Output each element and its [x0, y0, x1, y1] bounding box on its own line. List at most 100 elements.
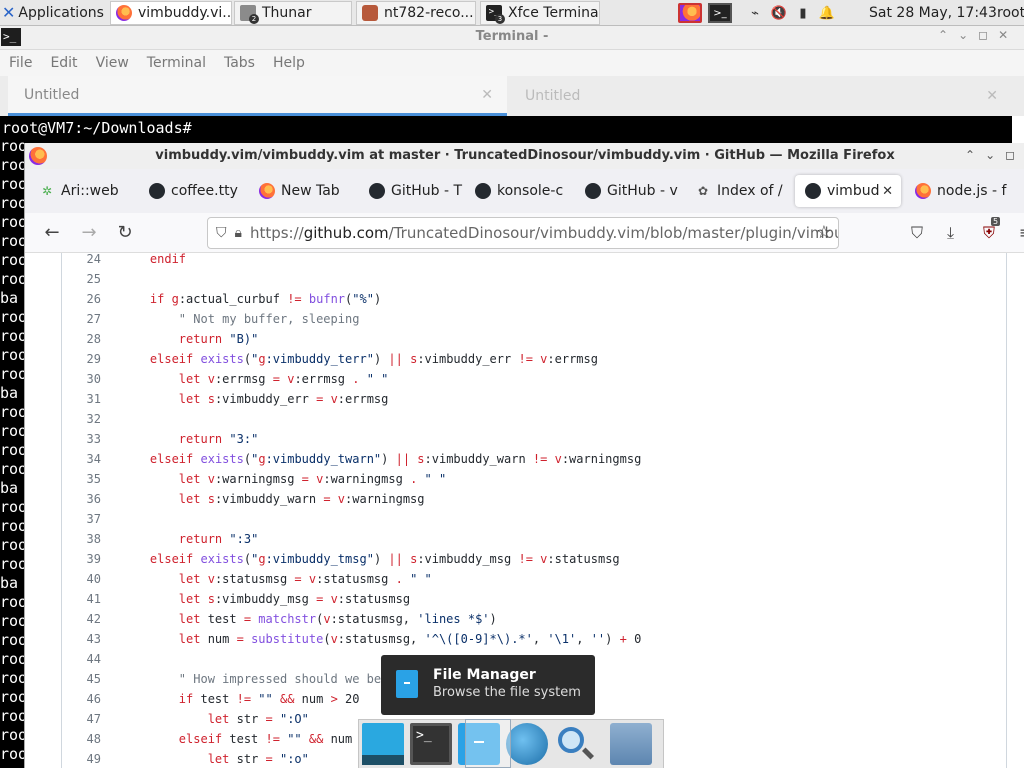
menu-help[interactable]: Help [273, 55, 305, 71]
browser-tab[interactable]: ✿ Index of / [685, 175, 789, 207]
maximize-icon[interactable]: ◻ [978, 28, 988, 42]
line-number[interactable]: 44 [61, 649, 101, 669]
browser-tab[interactable]: konsole-c [465, 175, 569, 207]
maximize-icon[interactable]: ◻ [1005, 148, 1015, 162]
pocket-icon[interactable]: ⛉ [911, 223, 923, 243]
browser-tab[interactable]: GitHub - v [575, 175, 679, 207]
code-text: elseif exists("g:vimbuddy_tmsg") || s:vi… [149, 552, 620, 566]
minimize-icon[interactable]: ⌃ [938, 28, 948, 42]
line-number[interactable]: 47 [61, 709, 101, 729]
line-number[interactable]: 30 [61, 369, 101, 389]
line-number[interactable]: 45 [61, 669, 101, 689]
line-number[interactable]: 27 [61, 309, 101, 329]
taskbar-item-label: Xfce Terminal [508, 5, 600, 21]
menu-edit[interactable]: Edit [50, 55, 77, 71]
taskbar-item-recovery[interactable]: nt782-reco... [356, 1, 476, 25]
line-number[interactable]: 34 [61, 449, 101, 469]
terminal-output-line: roo [0, 213, 24, 231]
reload-icon[interactable]: ↻ [113, 221, 137, 245]
ublock-icon[interactable]: ⛨ 5 [983, 217, 1001, 243]
browser-tab-selected[interactable]: vimbud ✕ [795, 175, 901, 207]
line-number[interactable]: 46 [61, 689, 101, 709]
shade-icon[interactable]: ⌄ [958, 28, 968, 42]
line-number[interactable]: 48 [61, 729, 101, 749]
line-number[interactable]: 25 [61, 269, 101, 289]
lock-icon[interactable]: 🔒︎ [235, 225, 242, 241]
code-text: " Not my buffer, sleeping [121, 312, 360, 326]
browser-tab[interactable]: node.js - f [905, 175, 1021, 207]
firefox-titlebar[interactable]: vimbuddy.vim/vimbuddy.vim at master · Tr… [25, 143, 1024, 169]
taskbar-item-thunar[interactable]: 2 Thunar [234, 1, 352, 25]
terminal-titlebar[interactable]: >_ Terminal - ⌃ ⌄ ◻ ✕ [0, 26, 1024, 50]
line-number[interactable]: 38 [61, 529, 101, 549]
navigation-toolbar: ← → ↻ ⛉ 🔒︎ https://github.com/TruncatedD… [25, 213, 1024, 253]
battery-icon[interactable]: ▮ [794, 4, 812, 22]
close-tab-icon[interactable]: ✕ [986, 88, 998, 104]
line-number[interactable]: 36 [61, 489, 101, 509]
terminal-icon: >_ 3 [486, 5, 505, 24]
taskbar-item-firefox[interactable]: vimbuddy.vi... [110, 1, 232, 25]
line-number[interactable]: 33 [61, 429, 101, 449]
close-tab-icon[interactable]: ✕ [882, 184, 893, 199]
url-bar[interactable]: ⛉ 🔒︎ https://github.com/TruncatedDinosou… [207, 217, 839, 249]
code-text: if test != "" && num > 20 [178, 692, 360, 706]
browser-tab[interactable]: coffee.tty [139, 175, 247, 207]
code-line: 38 return ":3" [61, 529, 1007, 549]
firefox-launcher-icon[interactable] [678, 3, 702, 23]
shield-icon[interactable]: ⛉ [216, 225, 227, 241]
user-menu[interactable]: root [997, 0, 1024, 26]
folder-icon[interactable] [610, 723, 652, 765]
line-number[interactable]: 28 [61, 329, 101, 349]
code-text: let str = ":o" [207, 752, 309, 766]
notification-bell-icon[interactable]: 🔔 [818, 4, 836, 22]
line-number[interactable]: 32 [61, 409, 101, 429]
back-arrow-icon[interactable]: ← [40, 221, 64, 245]
code-line: 28 return "B)" [61, 329, 1007, 349]
browser-tab[interactable]: New Tab [249, 175, 357, 207]
terminal-tab-2[interactable]: Untitled ✕ [509, 76, 1012, 116]
line-number[interactable]: 42 [61, 609, 101, 629]
line-number[interactable]: 43 [61, 629, 101, 649]
desktop-icon[interactable] [362, 723, 404, 765]
menu-icon[interactable]: ≡ [1019, 223, 1024, 242]
line-number[interactable]: 26 [61, 289, 101, 309]
terminal-icon[interactable]: >_ [410, 723, 452, 765]
line-number[interactable]: 37 [61, 509, 101, 529]
file-manager-icon[interactable] [458, 723, 500, 765]
line-number[interactable]: 35 [61, 469, 101, 489]
menu-view[interactable]: View [96, 55, 129, 71]
line-number[interactable]: 31 [61, 389, 101, 409]
volume-muted-icon[interactable]: 🔇 [770, 4, 788, 22]
terminal-launcher-icon[interactable]: >_ [708, 3, 732, 23]
line-number[interactable]: 29 [61, 349, 101, 369]
terminal-output-line: roo [0, 232, 24, 250]
downloads-icon[interactable]: ⤓ [947, 223, 954, 243]
browser-tab[interactable]: GitHub - T [359, 175, 463, 207]
line-number[interactable]: 39 [61, 549, 101, 569]
web-browser-icon[interactable] [506, 723, 548, 765]
menu-file[interactable]: File [9, 55, 32, 71]
applications-menu-button[interactable]: ✕ Applications [0, 0, 110, 26]
menu-terminal[interactable]: Terminal [147, 55, 206, 71]
network-icon[interactable]: ⌁ [746, 4, 764, 22]
menu-tabs[interactable]: Tabs [224, 55, 255, 71]
taskbar-item-terminal[interactable]: >_ 3 Xfce Terminal [480, 1, 600, 25]
app-finder-icon[interactable] [554, 723, 596, 765]
forward-arrow-icon[interactable]: → [77, 221, 101, 245]
code-line: 26 if g:actual_curbuf != bufnr("%") [61, 289, 1007, 309]
terminal-tab-1[interactable]: Untitled ✕ [8, 76, 507, 116]
code-text: let v:errmsg = v:errmsg . " " [178, 372, 389, 386]
line-number[interactable]: 40 [61, 569, 101, 589]
browser-tab[interactable]: ✲ Ari::web [29, 175, 137, 207]
line-number[interactable]: 49 [61, 749, 101, 768]
bookmark-star-icon[interactable]: ☆ [816, 222, 832, 243]
line-number[interactable]: 41 [61, 589, 101, 609]
code-line: 41 let s:vimbuddy_msg = v:statusmsg [61, 589, 1007, 609]
minimize-icon[interactable]: ⌃ [965, 148, 975, 162]
close-tab-icon[interactable]: ✕ [481, 87, 493, 103]
shade-icon[interactable]: ⌄ [985, 148, 995, 162]
clock[interactable]: Sat 28 May, 17:43 [869, 0, 997, 26]
close-icon[interactable]: ✕ [998, 28, 1008, 42]
terminal-prompt: root@VM7:~/Downloads# [2, 119, 192, 137]
line-number[interactable]: 24 [61, 249, 101, 269]
